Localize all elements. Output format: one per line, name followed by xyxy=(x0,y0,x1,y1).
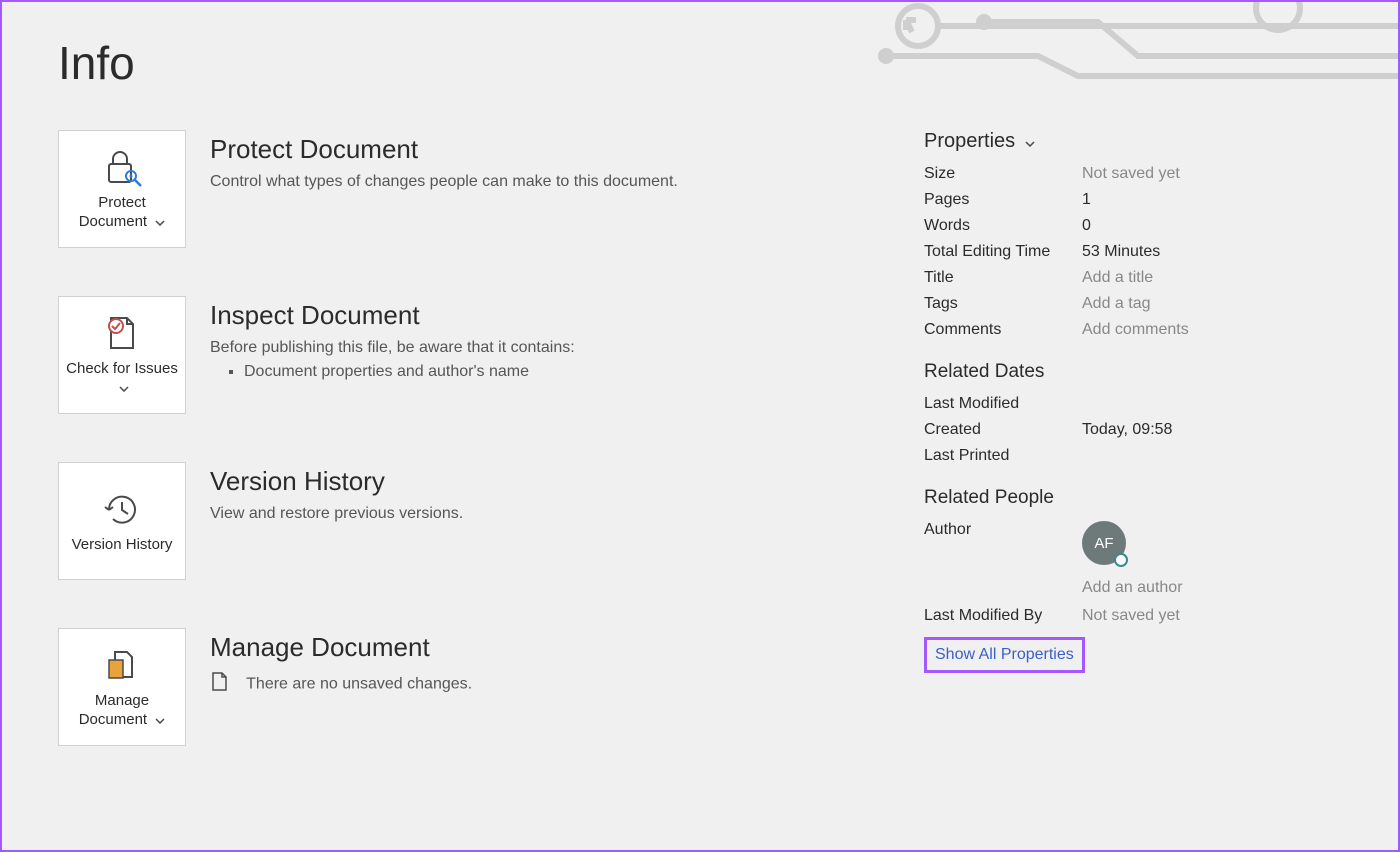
show-all-properties-highlight: Show All Properties xyxy=(924,637,1085,673)
chevron-down-icon xyxy=(155,220,165,226)
info-actions-column: Protect Document Protect Document Contro… xyxy=(58,130,918,794)
documents-stack-icon xyxy=(101,644,143,688)
add-author-link[interactable]: Add an author xyxy=(1082,579,1183,597)
check-for-issues-label: Check for Issues xyxy=(66,360,178,377)
properties-dropdown[interactable]: Properties xyxy=(924,130,1338,153)
version-history-label: Version History xyxy=(72,536,173,553)
tags-field[interactable]: Add a tag xyxy=(1082,295,1151,313)
version-history-desc: View and restore previous versions. xyxy=(210,505,463,523)
size-label: Size xyxy=(924,165,1082,183)
version-history-heading: Version History xyxy=(210,466,463,497)
manage-document-label: Manage Document xyxy=(79,692,149,728)
document-small-icon xyxy=(210,671,230,698)
chevron-down-icon xyxy=(1025,141,1035,147)
chevron-down-icon xyxy=(119,386,129,392)
size-value: Not saved yet xyxy=(1082,165,1180,183)
created-value: Today, 09:58 xyxy=(1082,421,1172,439)
history-clock-icon xyxy=(101,488,143,532)
tags-label: Tags xyxy=(924,295,1082,313)
title-label: Title xyxy=(924,269,1082,287)
author-initials: AF xyxy=(1094,535,1113,552)
editing-time-value: 53 Minutes xyxy=(1082,243,1160,261)
author-avatar[interactable]: AF xyxy=(1082,521,1126,565)
created-label: Created xyxy=(924,421,1082,439)
inspect-issue-item: Document properties and author's name xyxy=(244,363,575,381)
last-printed-label: Last Printed xyxy=(924,447,1082,465)
manage-document-heading: Manage Document xyxy=(210,632,472,663)
protect-document-heading: Protect Document xyxy=(210,134,678,165)
protect-document-label: Protect Document xyxy=(79,194,147,230)
manage-document-desc: There are no unsaved changes. xyxy=(246,676,472,693)
presence-badge-icon xyxy=(1114,553,1128,567)
manage-document-button[interactable]: Manage Document xyxy=(58,628,186,746)
author-label: Author xyxy=(924,521,1082,597)
properties-panel: Properties SizeNot saved yet Pages1 Word… xyxy=(918,130,1338,794)
protect-document-desc: Control what types of changes people can… xyxy=(210,173,678,191)
document-check-icon xyxy=(101,312,143,356)
comments-field[interactable]: Add comments xyxy=(1082,321,1189,339)
version-history-button[interactable]: Version History xyxy=(58,462,186,580)
words-value: 0 xyxy=(1082,217,1091,235)
editing-time-label: Total Editing Time xyxy=(924,243,1082,261)
check-for-issues-button[interactable]: Check for Issues xyxy=(58,296,186,414)
last-modified-by-label: Last Modified By xyxy=(924,607,1082,625)
last-modified-label: Last Modified xyxy=(924,395,1082,413)
protect-document-button[interactable]: Protect Document xyxy=(58,130,186,248)
related-dates-heading: Related Dates xyxy=(924,361,1338,383)
title-field[interactable]: Add a title xyxy=(1082,269,1153,287)
words-label: Words xyxy=(924,217,1082,235)
page-title: Info xyxy=(58,36,1398,90)
inspect-document-heading: Inspect Document xyxy=(210,300,575,331)
lock-key-icon xyxy=(101,146,143,190)
inspect-document-desc: Before publishing this file, be aware th… xyxy=(210,339,575,357)
comments-label: Comments xyxy=(924,321,1082,339)
show-all-properties-link[interactable]: Show All Properties xyxy=(935,646,1074,663)
pages-value: 1 xyxy=(1082,191,1091,209)
pages-label: Pages xyxy=(924,191,1082,209)
related-people-heading: Related People xyxy=(924,487,1338,509)
last-modified-by-value: Not saved yet xyxy=(1082,607,1180,625)
chevron-down-icon xyxy=(155,718,165,724)
